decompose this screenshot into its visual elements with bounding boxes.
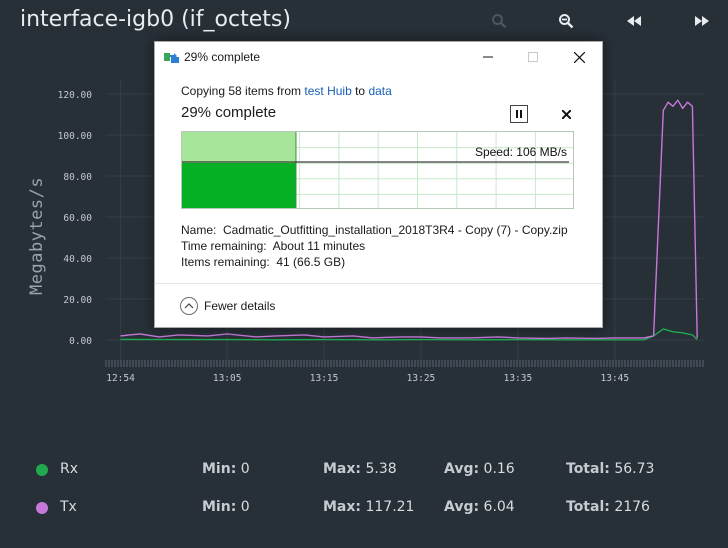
legend-min: Min: 0 bbox=[202, 461, 250, 477]
x-tick-label: 13:35 bbox=[504, 373, 533, 384]
copy-window-icon bbox=[164, 53, 179, 63]
fast-forward-button[interactable] bbox=[690, 10, 714, 32]
transfer-speed-graph: Speed: 106 MB/s bbox=[181, 131, 574, 209]
divider bbox=[155, 283, 602, 284]
items-remaining-row: Items remaining: 41 (66.5 GB) bbox=[181, 255, 346, 269]
items-remaining-value: 41 (66.5 GB) bbox=[276, 255, 346, 269]
maximize-button[interactable] bbox=[510, 42, 556, 72]
close-icon bbox=[573, 51, 585, 63]
y-tick-label: 120.00 bbox=[58, 90, 93, 101]
legend-row-rx[interactable]: Rx Min: 0 Max: 5.38 Avg: 0.16 Total: 56.… bbox=[0, 461, 728, 483]
chevron-up-icon bbox=[180, 297, 198, 315]
legend-series-name: Tx bbox=[60, 499, 77, 515]
fewer-details-toggle[interactable]: Fewer details bbox=[180, 296, 275, 316]
dialog-titlebar[interactable]: 29% complete bbox=[155, 42, 602, 72]
y-tick-label: 0.00 bbox=[69, 336, 92, 347]
copy-progress-dialog: 29% complete Copying 58 items from test … bbox=[154, 41, 603, 328]
copy-summary: Copying 58 items from test Huib to data bbox=[181, 84, 392, 98]
zoom-in-button[interactable] bbox=[487, 10, 511, 32]
destination-folder-link[interactable]: data bbox=[368, 84, 391, 98]
x-tick-label: 12:54 bbox=[106, 373, 135, 384]
y-tick-label: 20.00 bbox=[63, 295, 92, 306]
dialog-title: 29% complete bbox=[184, 50, 261, 64]
speed-area bbox=[182, 163, 296, 208]
legend-row-tx[interactable]: Tx Min: 0 Max: 117.21 Avg: 6.04 Total: 2… bbox=[0, 499, 728, 521]
speed-graph-canvas bbox=[182, 132, 573, 208]
y-tick-label: 60.00 bbox=[63, 213, 92, 224]
legend-max: Max: 117.21 bbox=[323, 499, 415, 515]
fast-forward-icon bbox=[695, 16, 709, 26]
fewer-details-label: Fewer details bbox=[204, 299, 276, 313]
tx-color-dot bbox=[36, 502, 48, 514]
pause-icon bbox=[516, 110, 522, 118]
zoom-in-icon bbox=[492, 14, 507, 29]
y-tick-label: 40.00 bbox=[63, 254, 92, 265]
time-remaining-value: About 11 minutes bbox=[272, 239, 366, 253]
legend-max: Max: 5.38 bbox=[323, 461, 397, 477]
legend-min: Min: 0 bbox=[202, 499, 250, 515]
legend-total: Total: 56.73 bbox=[566, 461, 655, 477]
legend-avg: Avg: 6.04 bbox=[444, 499, 515, 515]
x-tick-label: 13:05 bbox=[213, 373, 242, 384]
close-button[interactable] bbox=[556, 42, 602, 72]
legend-avg: Avg: 0.16 bbox=[444, 461, 515, 477]
rx-color-dot bbox=[36, 464, 48, 476]
minimize-button[interactable] bbox=[465, 42, 511, 72]
cancel-copy-button[interactable] bbox=[557, 105, 575, 123]
file-name-value: Cadmatic_Outfitting_installation_2018T3R… bbox=[223, 223, 568, 237]
time-remaining-row: Time remaining: About 11 minutes bbox=[181, 239, 366, 253]
x-tick-label: 13:15 bbox=[310, 373, 339, 384]
legend-series-name: Rx bbox=[60, 461, 79, 477]
x-tick-label: 13:45 bbox=[601, 373, 630, 384]
x-tick-label: 13:25 bbox=[407, 373, 436, 384]
zoom-out-icon bbox=[559, 14, 574, 29]
y-tick-label: 80.00 bbox=[63, 172, 92, 183]
rewind-icon bbox=[627, 16, 641, 26]
y-tick-label: 100.00 bbox=[58, 131, 93, 142]
close-icon bbox=[561, 109, 571, 119]
source-folder-link[interactable]: test Huib bbox=[304, 84, 351, 98]
percent-complete: 29% complete bbox=[181, 104, 277, 121]
maximize-icon bbox=[528, 52, 538, 62]
rewind-button[interactable] bbox=[622, 10, 646, 32]
legend-total: Total: 2176 bbox=[566, 499, 650, 515]
panel-title: interface-igb0 (if_octets) bbox=[20, 7, 291, 32]
zoom-out-button[interactable] bbox=[554, 10, 578, 32]
file-name-row: Name: Cadmatic_Outfitting_installation_2… bbox=[181, 223, 568, 237]
copy-details: Name: Cadmatic_Outfitting_installation_2… bbox=[181, 222, 568, 270]
y-axis-label: Megabytes/s bbox=[27, 176, 47, 295]
minimize-icon bbox=[483, 56, 493, 58]
speed-label: Speed: 106 MB/s bbox=[474, 145, 567, 159]
pause-button[interactable] bbox=[510, 105, 528, 123]
